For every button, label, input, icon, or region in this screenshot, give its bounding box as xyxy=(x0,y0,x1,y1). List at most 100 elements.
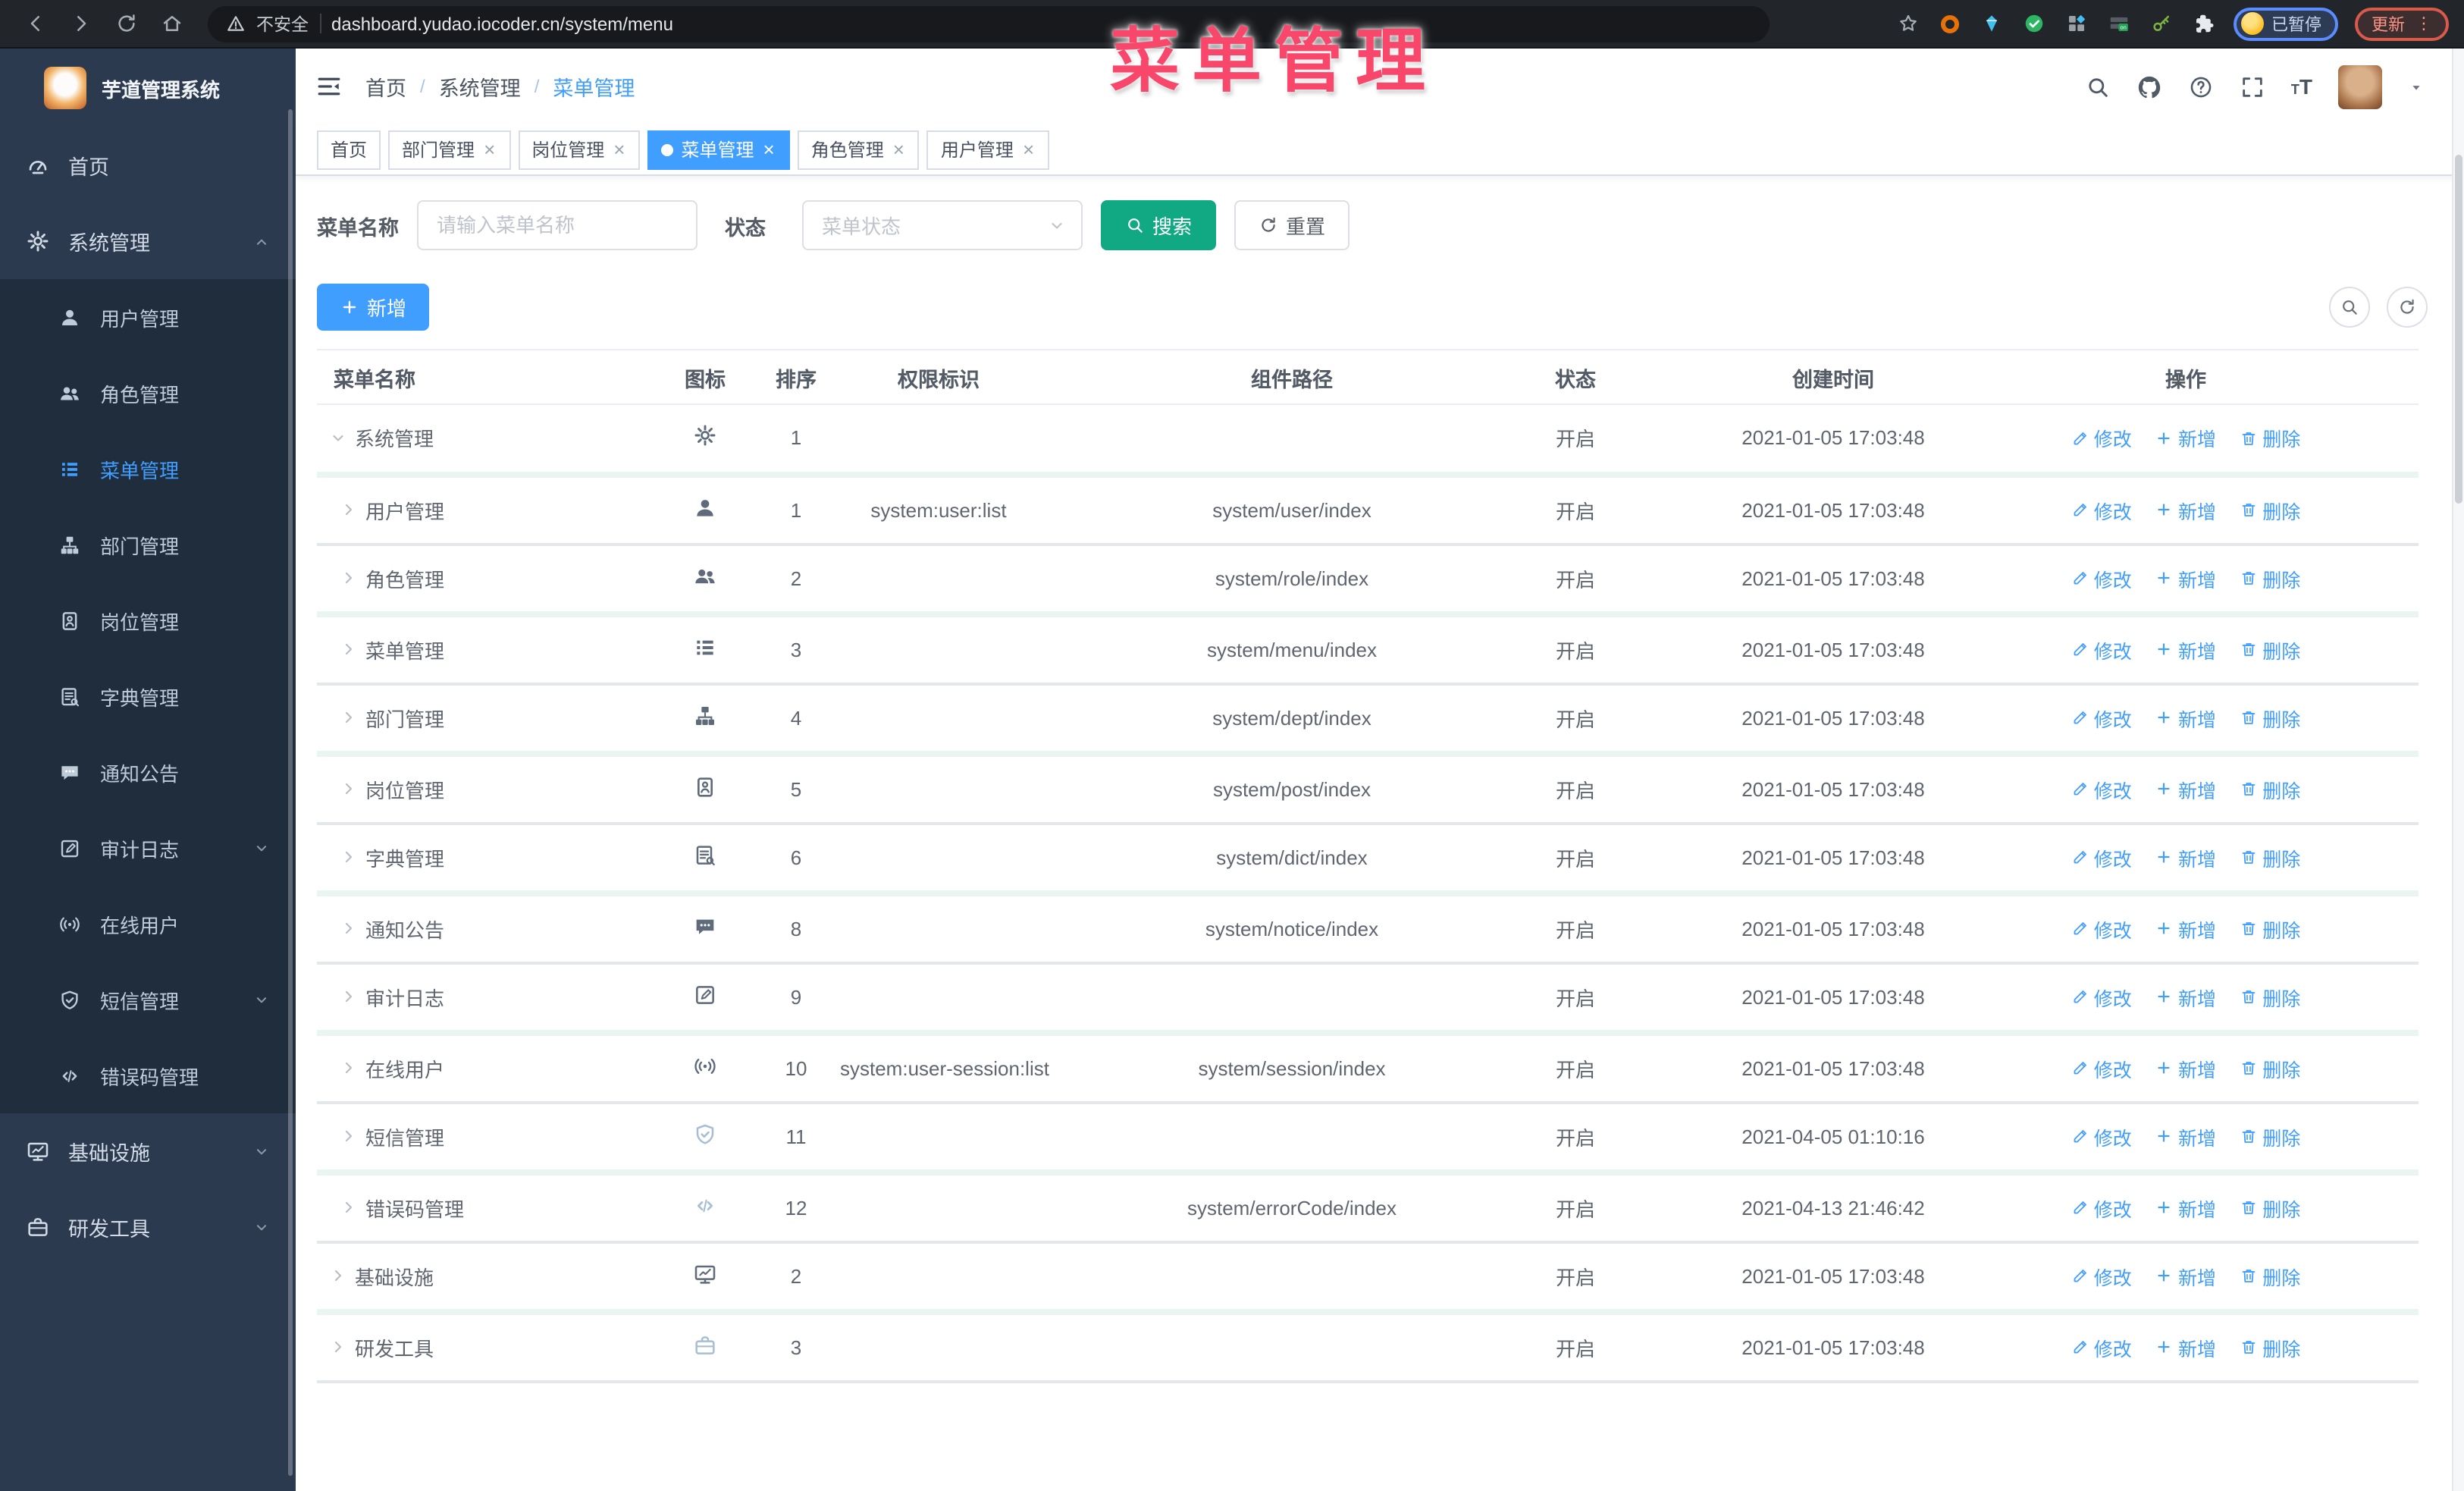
sidebar-item[interactable]: 短信管理 xyxy=(0,962,296,1037)
sidebar-item[interactable]: 部门管理 xyxy=(0,507,296,582)
add-link[interactable]: 新增 xyxy=(2155,1193,2216,1222)
add-link[interactable]: 新增 xyxy=(2155,703,2216,732)
tree-toggle-icon[interactable] xyxy=(329,1267,347,1285)
sidebar-item[interactable]: 字典管理 xyxy=(0,658,296,734)
edit-link[interactable]: 修改 xyxy=(2071,982,2132,1011)
edit-link[interactable]: 修改 xyxy=(2071,1332,2132,1361)
scrollbar-thumb[interactable] xyxy=(2455,155,2462,504)
add-link[interactable]: 新增 xyxy=(2155,774,2216,803)
add-link[interactable]: 新增 xyxy=(2155,1261,2216,1290)
edit-link[interactable]: 修改 xyxy=(2071,843,2132,871)
hamburger-icon[interactable] xyxy=(315,73,343,100)
edit-link[interactable]: 修改 xyxy=(2071,774,2132,803)
sidebar-item[interactable]: 系统管理 xyxy=(0,203,296,279)
delete-link[interactable]: 删除 xyxy=(2240,424,2300,453)
delete-link[interactable]: 删除 xyxy=(2240,914,2300,943)
edit-link[interactable]: 修改 xyxy=(2071,703,2132,732)
delete-link[interactable]: 删除 xyxy=(2240,563,2300,592)
sidebar-item[interactable]: 用户管理 xyxy=(0,279,296,355)
delete-link[interactable]: 删除 xyxy=(2240,1332,2300,1361)
home-icon[interactable] xyxy=(161,12,183,35)
add-link[interactable]: 新增 xyxy=(2155,635,2216,664)
tree-toggle-icon[interactable] xyxy=(329,429,347,447)
edit-link[interactable]: 修改 xyxy=(2071,1261,2132,1290)
delete-link[interactable]: 删除 xyxy=(2240,495,2300,524)
menu-name-input[interactable] xyxy=(417,200,698,250)
page-scrollbar[interactable] xyxy=(2452,49,2464,1491)
add-link[interactable]: 新增 xyxy=(2155,982,2216,1011)
delete-link[interactable]: 删除 xyxy=(2240,635,2300,664)
tree-toggle-icon[interactable] xyxy=(340,501,358,519)
reload-icon[interactable] xyxy=(115,12,138,35)
view-tab[interactable]: 部门管理 × xyxy=(388,130,511,169)
sidebar-item[interactable]: 菜单管理 xyxy=(0,431,296,507)
tree-toggle-icon[interactable] xyxy=(340,919,358,937)
edit-link[interactable]: 修改 xyxy=(2071,914,2132,943)
view-tab[interactable]: 菜单管理 × xyxy=(647,130,790,169)
sidebar-item[interactable]: 岗位管理 xyxy=(0,582,296,658)
back-icon[interactable] xyxy=(24,12,47,35)
add-link[interactable]: 新增 xyxy=(2155,424,2216,453)
sidebar-item[interactable]: 在线用户 xyxy=(0,886,296,962)
close-icon[interactable]: × xyxy=(482,138,497,160)
delete-link[interactable]: 删除 xyxy=(2240,982,2300,1011)
add-button[interactable]: 新增 xyxy=(317,284,430,331)
edit-link[interactable]: 修改 xyxy=(2071,1193,2132,1222)
delete-link[interactable]: 删除 xyxy=(2240,703,2300,732)
tree-toggle-icon[interactable] xyxy=(340,569,358,587)
sidebar-item[interactable]: 首页 xyxy=(0,127,296,203)
add-link[interactable]: 新增 xyxy=(2155,1332,2216,1361)
toggle-search-button[interactable] xyxy=(2329,287,2370,328)
breadcrumb-system[interactable]: 系统管理 xyxy=(439,71,521,102)
extension-icon[interactable] xyxy=(2149,11,2174,36)
sidebar-item[interactable]: 错误码管理 xyxy=(0,1037,296,1113)
view-tab[interactable]: 角色管理 × xyxy=(797,130,920,169)
font-size-icon[interactable]: TT xyxy=(2291,74,2312,99)
close-icon[interactable]: × xyxy=(762,138,776,160)
refresh-table-button[interactable] xyxy=(2387,287,2428,328)
search-button[interactable]: 搜索 xyxy=(1101,200,1217,250)
view-tab[interactable]: 首页 xyxy=(317,130,381,169)
edit-link[interactable]: 修改 xyxy=(2071,1122,2132,1150)
add-link[interactable]: 新增 xyxy=(2155,1053,2216,1082)
delete-link[interactable]: 删除 xyxy=(2240,1193,2300,1222)
forward-icon[interactable] xyxy=(70,12,92,35)
view-tab[interactable]: 用户管理 × xyxy=(926,130,1050,169)
extension-icon[interactable] xyxy=(1936,11,1962,36)
add-link[interactable]: 新增 xyxy=(2155,914,2216,943)
help-icon[interactable] xyxy=(2188,74,2214,99)
tree-toggle-icon[interactable] xyxy=(340,987,358,1006)
sidebar-item[interactable]: 通知公告 xyxy=(0,734,296,810)
tree-toggle-icon[interactable] xyxy=(340,1127,358,1145)
reset-button[interactable]: 重置 xyxy=(1234,200,1350,250)
url-text[interactable]: dashboard.yudao.iocoder.cn/system/menu xyxy=(331,13,673,34)
extensions-puzzle-icon[interactable] xyxy=(2191,11,2217,36)
extension-icon[interactable] xyxy=(2106,11,2132,36)
tree-toggle-icon[interactable] xyxy=(340,1059,358,1077)
sidebar-item[interactable]: 基础设施 xyxy=(0,1113,296,1189)
edit-link[interactable]: 修改 xyxy=(2071,563,2132,592)
bookmark-star-icon[interactable] xyxy=(1897,12,1920,35)
delete-link[interactable]: 删除 xyxy=(2240,1122,2300,1150)
edit-link[interactable]: 修改 xyxy=(2071,424,2132,453)
close-icon[interactable]: × xyxy=(612,138,626,160)
sidebar-item[interactable]: 研发工具 xyxy=(0,1189,296,1265)
tree-toggle-icon[interactable] xyxy=(329,1338,347,1356)
search-icon[interactable] xyxy=(2085,74,2111,99)
menu-dots-icon[interactable]: ⋮ xyxy=(2415,14,2432,33)
extension-icon[interactable] xyxy=(2064,11,2089,36)
delete-link[interactable]: 删除 xyxy=(2240,843,2300,871)
edit-link[interactable]: 修改 xyxy=(2071,1053,2132,1082)
tree-toggle-icon[interactable] xyxy=(340,1198,358,1216)
delete-link[interactable]: 删除 xyxy=(2240,1053,2300,1082)
update-button[interactable]: 更新 ⋮ xyxy=(2355,7,2449,40)
tree-toggle-icon[interactable] xyxy=(340,780,358,798)
breadcrumb-home[interactable]: 首页 xyxy=(365,71,406,102)
add-link[interactable]: 新增 xyxy=(2155,563,2216,592)
tree-toggle-icon[interactable] xyxy=(340,848,358,866)
app-logo-row[interactable]: 芋道管理系统 xyxy=(0,49,296,127)
close-icon[interactable]: × xyxy=(892,138,906,160)
edit-link[interactable]: 修改 xyxy=(2071,635,2132,664)
tree-toggle-icon[interactable] xyxy=(340,708,358,727)
delete-link[interactable]: 删除 xyxy=(2240,1261,2300,1290)
